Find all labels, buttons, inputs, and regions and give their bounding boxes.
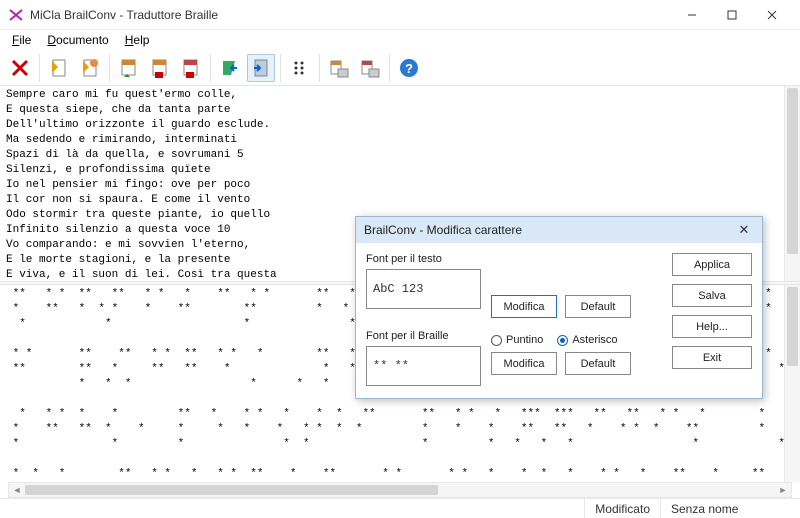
font-text-label: Font per il testo [366, 253, 481, 265]
save-text-icon[interactable] [177, 54, 205, 82]
toolbar-separator [109, 54, 110, 82]
dialog-title-bar[interactable]: BrailConv - Modifica carattere ✕ [356, 217, 762, 243]
save-braille-icon[interactable] [146, 54, 174, 82]
dialog-title: BrailConv - Modifica carattere [364, 223, 522, 237]
menu-bar: File Documento Help [0, 30, 800, 50]
convert-left-icon[interactable] [216, 54, 244, 82]
font-text-modify-button[interactable]: Modifica [491, 295, 557, 318]
menu-file[interactable]: File [6, 31, 37, 49]
radio-puntino[interactable]: Puntino [491, 334, 543, 346]
title-bar: MiCla BrailConv - Traduttore Braille [0, 0, 800, 30]
toolbar-separator [389, 54, 390, 82]
export2-icon[interactable] [356, 54, 384, 82]
help-icon[interactable]: ? [395, 54, 423, 82]
new-doc1-icon[interactable] [45, 54, 73, 82]
font-braille-modify-button[interactable]: Modifica [491, 352, 557, 375]
dialog-close-icon[interactable]: ✕ [734, 222, 754, 238]
app-icon [8, 7, 24, 23]
new-doc2-icon[interactable] [76, 54, 104, 82]
scroll-left-icon[interactable]: ◄ [9, 483, 25, 497]
braille-table-icon[interactable] [286, 54, 314, 82]
menu-help[interactable]: Help [119, 31, 156, 49]
status-bar: Modificato Senza nome [0, 498, 800, 518]
font-text-default-button[interactable]: Default [565, 295, 631, 318]
close-icon[interactable] [6, 54, 34, 82]
radio-asterisco[interactable]: Asterisco [557, 334, 617, 346]
toolbar-separator [280, 54, 281, 82]
toolbar-separator [319, 54, 320, 82]
text-scrollbar[interactable] [784, 86, 800, 281]
maximize-button[interactable] [712, 1, 752, 29]
status-modified: Modificato [584, 499, 660, 518]
font-braille-default-button[interactable]: Default [565, 352, 631, 375]
toolbar-separator [210, 54, 211, 82]
open-braille-icon[interactable] [115, 54, 143, 82]
close-window-button[interactable] [752, 1, 792, 29]
horizontal-scrollbar[interactable]: ◄ ► [8, 482, 792, 498]
font-braille-sample: ** ** [366, 346, 481, 386]
help-button[interactable]: Help... [672, 315, 752, 338]
menu-documento[interactable]: Documento [41, 31, 114, 49]
save-button[interactable]: Salva [672, 284, 752, 307]
apply-button[interactable]: Applica [672, 253, 752, 276]
toolbar-separator [39, 54, 40, 82]
font-braille-label: Font per il Braille [366, 330, 481, 342]
svg-text:?: ? [405, 61, 413, 76]
window-title: MiCla BrailConv - Traduttore Braille [30, 8, 672, 22]
font-dialog: BrailConv - Modifica carattere ✕ Font pe… [355, 216, 763, 399]
scroll-right-icon[interactable]: ► [775, 483, 791, 497]
exit-button[interactable]: Exit [672, 346, 752, 369]
font-text-sample: AbC 123 [366, 269, 481, 309]
minimize-button[interactable] [672, 1, 712, 29]
convert-right-icon[interactable] [247, 54, 275, 82]
braille-scrollbar[interactable] [784, 285, 800, 482]
status-filename: Senza nome [660, 499, 800, 518]
export1-icon[interactable] [325, 54, 353, 82]
toolbar: ? [0, 50, 800, 86]
